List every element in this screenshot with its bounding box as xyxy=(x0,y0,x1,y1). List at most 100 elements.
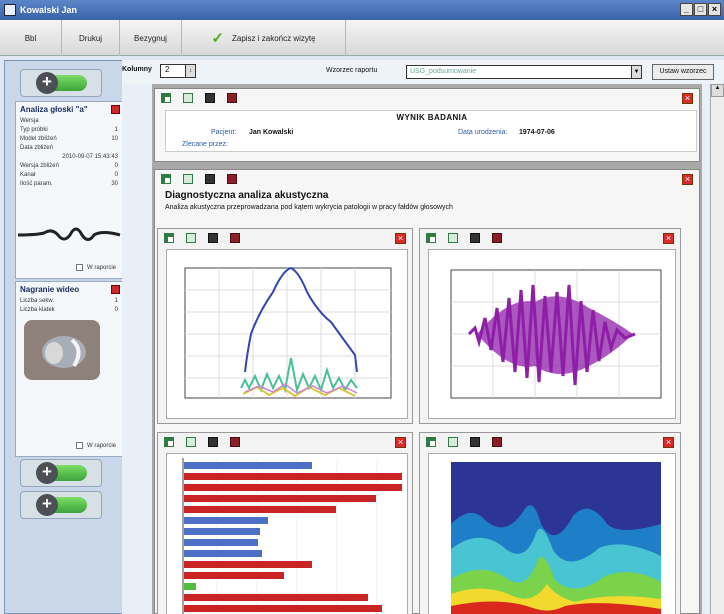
row-value: 0 xyxy=(114,172,118,178)
report-toggle-label: W raporcie xyxy=(86,442,116,449)
maximize-button[interactable]: □ xyxy=(694,3,707,16)
row-value: 1 xyxy=(114,127,118,133)
calendar-icon[interactable] xyxy=(230,437,240,447)
grid-icon[interactable] xyxy=(183,174,193,184)
scroll-up-icon[interactable]: ▲ xyxy=(711,84,724,97)
row-label: Liczba klatek xyxy=(20,307,55,313)
monitor-icon[interactable] xyxy=(208,437,218,447)
frequency-plot-svg xyxy=(184,266,392,399)
birth-label: Data urodzenia: xyxy=(458,129,508,136)
red-bar xyxy=(184,561,312,568)
report-toggle[interactable]: W raporcie xyxy=(75,264,116,271)
panel-tools xyxy=(161,174,237,184)
calendar-icon[interactable] xyxy=(492,233,502,243)
spectrogram-panel: × xyxy=(419,432,681,614)
bar-chart-svg xyxy=(182,458,402,614)
set-template-button[interactable]: Ustaw wzorzec xyxy=(652,64,714,80)
close-icon[interactable] xyxy=(111,105,120,114)
calendar-icon[interactable] xyxy=(227,174,237,184)
report-header-panel: × WYNIK BADANIA Pacjent: Jan Kowalski Da… xyxy=(154,88,700,162)
red-bar xyxy=(184,594,368,601)
add-video-button[interactable]: + xyxy=(20,459,102,487)
check-icon: ✓ xyxy=(211,30,224,47)
monitor-icon[interactable] xyxy=(205,93,215,103)
card-row: Liczba sekw. 1 xyxy=(16,297,122,306)
waveform-plot-panel: × xyxy=(419,228,681,424)
minimize-button[interactable]: _ xyxy=(680,3,693,16)
monitor-icon[interactable] xyxy=(208,233,218,243)
close-panel-icon[interactable]: × xyxy=(682,174,693,185)
report-checkbox[interactable] xyxy=(75,442,83,449)
layout-icon[interactable] xyxy=(161,93,171,103)
row-value: 0 xyxy=(114,163,118,169)
report-canvas: × WYNIK BADANIA Pacjent: Jan Kowalski Da… xyxy=(152,84,702,614)
blue-bar xyxy=(184,517,268,524)
layout-icon[interactable] xyxy=(164,437,174,447)
plus-icon: + xyxy=(36,494,58,516)
patient-value: Jan Kowalski xyxy=(249,129,294,136)
close-button[interactable]: Bbl xyxy=(0,20,62,56)
calendar-icon[interactable] xyxy=(227,93,237,103)
card-row: Liczba klatek 0 xyxy=(16,306,122,315)
window-controls: _ □ × xyxy=(680,3,721,16)
spinner-arrows-icon[interactable]: ↕ xyxy=(185,65,195,77)
report-toggle-label: W raporcie xyxy=(86,264,116,271)
add-media-button[interactable]: + xyxy=(20,491,102,519)
dropdown-arrow-icon[interactable]: ▼ xyxy=(631,66,641,78)
monitor-icon[interactable] xyxy=(470,437,480,447)
close-plot-icon[interactable]: × xyxy=(395,437,406,448)
print-button[interactable]: Drukuj xyxy=(62,20,120,56)
vertical-scrollbar[interactable]: ▲ xyxy=(710,84,724,614)
video-card[interactable]: Nagranie wideo Liczba sekw. 1 Liczba klat… xyxy=(15,281,123,457)
save-close-label: Zapisz i zakończ wizytę xyxy=(231,33,316,43)
columns-value: 2 xyxy=(165,65,170,74)
analysis-card[interactable]: Analiza głoski "a" Wersja Typ próbki 1 Mo… xyxy=(15,101,123,279)
green-bar xyxy=(184,583,196,590)
bar-chart xyxy=(166,453,408,614)
monitor-icon[interactable] xyxy=(205,174,215,184)
grid-icon[interactable] xyxy=(186,437,196,447)
layout-icon[interactable] xyxy=(426,437,436,447)
add-analysis-button[interactable]: + xyxy=(20,69,102,97)
layout-icon[interactable] xyxy=(161,174,171,184)
row-value: 0 xyxy=(114,307,118,313)
close-window-button[interactable]: × xyxy=(708,3,721,16)
template-label: Wzorzec raportu xyxy=(326,67,378,74)
acoustic-analysis-panel: × Diagnostyczna analiza akustyczna Anali… xyxy=(154,169,700,614)
red-bar xyxy=(184,473,402,480)
columns-spinner[interactable]: 2 ↕ xyxy=(160,64,196,78)
card-row: Kanał 0 xyxy=(16,171,122,180)
panel-tools xyxy=(426,437,502,447)
close-plot-icon[interactable]: × xyxy=(663,437,674,448)
report-button[interactable]: Bezygnuj xyxy=(120,20,182,56)
close-icon[interactable] xyxy=(111,285,120,294)
save-close-button[interactable]: ✓ Zapisz i zakończ wizytę xyxy=(182,20,346,56)
close-plot-icon[interactable]: × xyxy=(663,233,674,244)
waveform-thumbnail xyxy=(17,227,121,241)
grid-icon[interactable] xyxy=(448,437,458,447)
layout-icon[interactable] xyxy=(164,233,174,243)
row-value: 1 xyxy=(114,298,118,304)
card-row: Data zbliżeń xyxy=(16,144,122,153)
report-checkbox[interactable] xyxy=(75,264,83,271)
grid-icon[interactable] xyxy=(448,233,458,243)
card-row: 2010-09-07 15:43:43 xyxy=(16,153,122,162)
close-panel-icon[interactable]: × xyxy=(682,93,693,104)
monitor-icon[interactable] xyxy=(470,233,480,243)
columns-label: Kolumny xyxy=(122,66,152,73)
grid-icon[interactable] xyxy=(183,93,193,103)
grid-icon[interactable] xyxy=(186,233,196,243)
row-label: Liczba sekw. xyxy=(20,298,55,304)
report-toggle[interactable]: W raporcie xyxy=(75,442,116,449)
row-label: Model zbliżeń xyxy=(20,136,57,142)
template-dropdown[interactable]: USG_podsumowanie ▼ xyxy=(406,65,642,79)
layout-icon[interactable] xyxy=(426,233,436,243)
bar-chart-panel: × xyxy=(157,432,413,614)
video-card-title: Nagranie wideo xyxy=(20,285,80,294)
frequency-plot-panel: × xyxy=(157,228,413,424)
card-row: Typ próbki 1 xyxy=(16,126,122,135)
panel-tools xyxy=(426,233,502,243)
close-plot-icon[interactable]: × xyxy=(395,233,406,244)
calendar-icon[interactable] xyxy=(230,233,240,243)
calendar-icon[interactable] xyxy=(492,437,502,447)
